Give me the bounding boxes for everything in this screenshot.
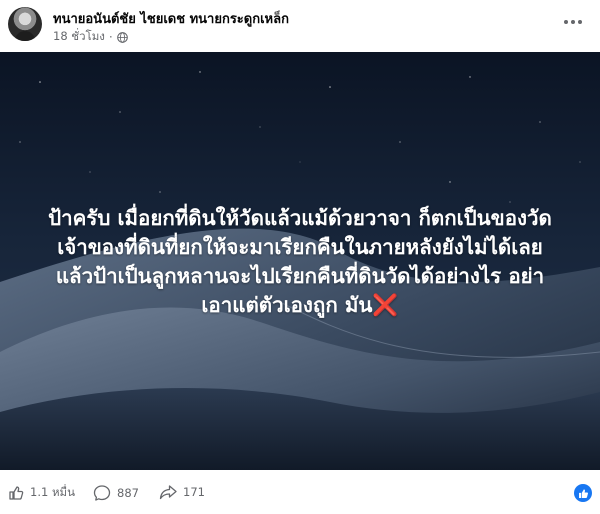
share-icon — [159, 485, 177, 500]
text-line: แล้วป้าเป็นลูกหลานจะไปเรียกคืนที่ดินวัดไ… — [55, 264, 545, 288]
post-actions-bar: 1.1 หมื่น 887 171 — [0, 470, 600, 514]
thumbs-up-filled-icon — [578, 488, 588, 498]
post-image[interactable]: ป้าครับ เมื่อยกที่ดินให้วัดแล้วแม้ด้วยวา… — [0, 52, 600, 470]
like-count: 1.1 หมื่น — [30, 485, 75, 499]
more-options-button[interactable] — [557, 10, 589, 34]
share-action[interactable]: 171 — [159, 484, 205, 500]
image-overlay-text: ป้าครับ เมื่อยกที่ดินให้วัดแล้วแม้ด้วยวา… — [18, 204, 582, 320]
text-line-last: เอาแต่ตัวเองถูก มัน — [201, 293, 373, 317]
like-action[interactable]: 1.1 หมื่น — [8, 484, 75, 502]
share-count: 171 — [183, 485, 205, 499]
comment-count: 887 — [117, 486, 139, 500]
like-reaction-button[interactable] — [574, 484, 592, 502]
post-time[interactable]: 18 ชั่วโมง — [53, 28, 105, 46]
text-line: เอาแต่ตัวเองถูก มัน❌ — [18, 291, 582, 320]
post-meta: 18 ชั่วโมง · — [53, 28, 128, 46]
globe-icon — [116, 31, 128, 43]
text-line: ป้าครับ เมื่อยกที่ดินให้วัดแล้วแม้ด้วยวา… — [48, 206, 552, 230]
comment-action[interactable]: 887 — [93, 484, 139, 502]
text-line: เจ้าของที่ดินที่ยกให้จะมาเรียกคืนในภายหล… — [57, 235, 543, 259]
comment-icon — [93, 485, 111, 501]
more-options-icon — [563, 20, 584, 24]
post-header: ทนายอนันต์ชัย ไชยเดช ทนายกระดูกเหล็ก 18 … — [0, 0, 600, 52]
thumbs-up-icon — [9, 486, 24, 500]
author-name[interactable]: ทนายอนันต์ชัย ไชยเดช ทนายกระดูกเหล็ก — [53, 8, 289, 29]
cross-mark-emoji: ❌ — [372, 293, 399, 317]
author-avatar[interactable] — [8, 7, 42, 41]
